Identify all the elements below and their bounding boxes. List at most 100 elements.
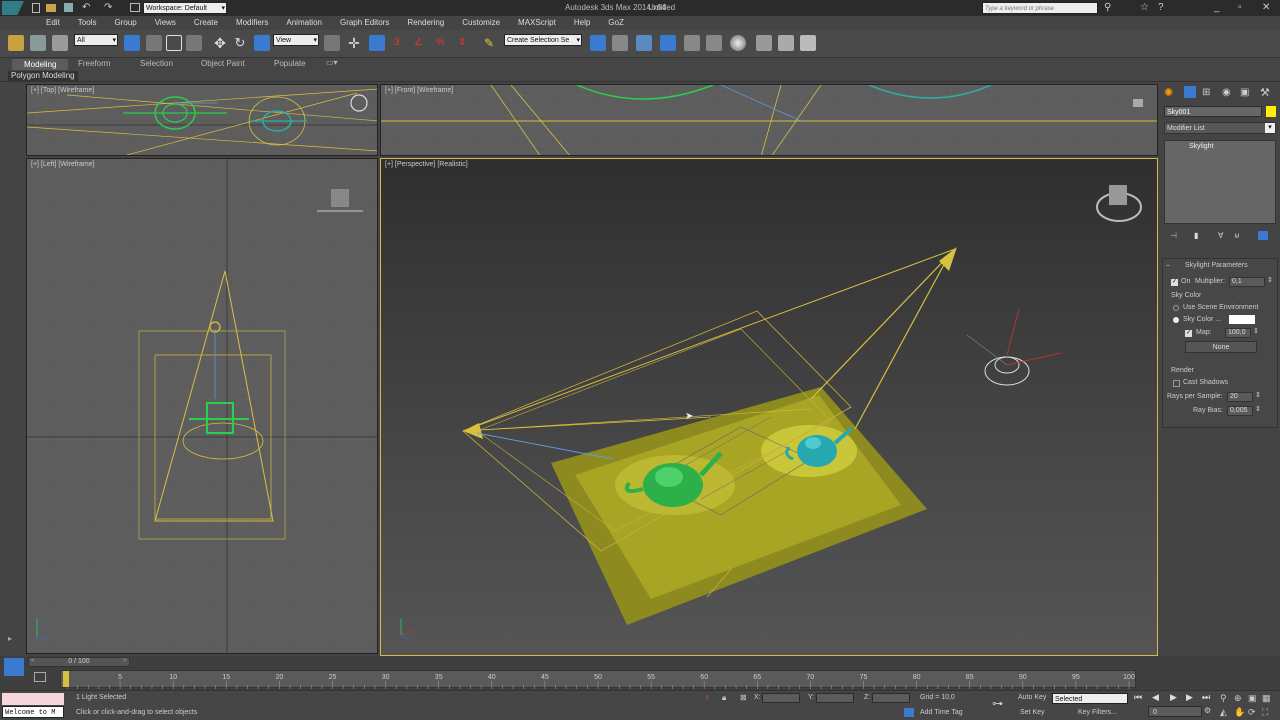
search-box[interactable]: Type a keyword or phrase	[982, 2, 1098, 14]
time-slider-prev-icon[interactable]: <	[31, 658, 35, 664]
sky-color-swatch[interactable]	[1229, 315, 1255, 324]
ribbon-tab-freeform[interactable]: Freeform	[78, 59, 110, 68]
pivot-center-icon[interactable]	[324, 35, 340, 51]
viewport-top-label[interactable]: [+] [Top] [Wireframe]	[31, 87, 94, 94]
rays-per-sample-spinner[interactable]: 20	[1227, 392, 1253, 402]
rotate-icon[interactable]: ↻	[232, 35, 248, 51]
project-folder-icon[interactable]	[130, 3, 140, 12]
menu-modifiers[interactable]: Modifiers	[227, 16, 277, 30]
make-unique-icon[interactable]: ∀	[1218, 231, 1223, 240]
motion-tab-icon[interactable]: ◉	[1222, 87, 1231, 98]
new-icon[interactable]	[32, 3, 40, 13]
pan-icon[interactable]: ✋	[1234, 707, 1245, 718]
ribbon-tab-populate[interactable]: Populate	[274, 59, 306, 68]
modifier-list-dropdown[interactable]: Modifier List ▾	[1164, 122, 1276, 134]
scale-icon[interactable]	[254, 35, 270, 51]
object-color-swatch[interactable]	[1266, 106, 1276, 117]
menu-create[interactable]: Create	[185, 16, 227, 30]
ribbon-options-icon[interactable]: ▭▾	[326, 58, 338, 67]
viewport-left-label[interactable]: [+] [Left] [Wireframe]	[31, 161, 95, 168]
time-slider-next-icon[interactable]: >	[123, 658, 127, 664]
use-scene-environment-radio[interactable]	[1173, 305, 1179, 311]
previous-frame-icon[interactable]: ◀	[1152, 692, 1159, 703]
viewport-perspective[interactable]: [+] [Perspective] [Realistic] ➤	[380, 158, 1158, 656]
rollout-title[interactable]: Skylight Parameters	[1185, 262, 1248, 269]
menu-help[interactable]: Help	[565, 16, 599, 30]
workspace-dropdown[interactable]: Workspace: Default	[143, 2, 227, 15]
mirror-icon[interactable]	[590, 35, 606, 51]
time-slider-thumb[interactable]	[63, 671, 69, 687]
layer-manager-icon[interactable]	[636, 35, 652, 51]
pin-stack-icon[interactable]: ⊣	[1170, 231, 1177, 240]
redo-icon[interactable]: ↷	[104, 2, 112, 13]
menu-maxscript[interactable]: MAXScript	[509, 16, 565, 30]
utilities-tab-icon[interactable]: ⚒	[1260, 86, 1270, 99]
star-icon[interactable]: ☆	[1140, 2, 1149, 13]
selection-filter-dropdown[interactable]: All	[74, 34, 118, 47]
curve-editor-icon[interactable]	[684, 35, 700, 51]
expand-arrow-icon[interactable]: ▸	[8, 634, 12, 643]
ray-bias-spinner[interactable]: 0,005	[1227, 406, 1253, 416]
menu-goz[interactable]: GoZ	[599, 16, 633, 30]
absolute-mode-icon[interactable]: ⊠	[740, 693, 747, 702]
app-logo-icon[interactable]	[2, 1, 24, 15]
material-editor-icon[interactable]	[730, 35, 746, 51]
sky-color-radio[interactable]	[1173, 317, 1179, 323]
ray-bias-spinner-arrows-icon[interactable]: ⇕	[1255, 405, 1261, 413]
render-production-icon[interactable]	[800, 35, 816, 51]
rays-spinner-arrows-icon[interactable]: ⇕	[1255, 391, 1261, 399]
go-to-end-icon[interactable]: ⏭	[1202, 692, 1210, 703]
cast-shadows-checkbox[interactable]	[1173, 380, 1180, 387]
add-time-tag[interactable]: Add Time Tag	[920, 709, 963, 716]
z-coordinate-field[interactable]	[872, 693, 910, 703]
timeline-ruler[interactable]: 0510152025303540455055606570758085909510…	[60, 670, 1136, 689]
selection-lock-icon[interactable]: 🔒︎	[722, 693, 726, 703]
help-icon[interactable]: ?	[1158, 2, 1164, 13]
polygon-modeling-panel[interactable]: Polygon Modeling	[8, 71, 78, 81]
keyboard-shortcut-icon[interactable]	[369, 35, 385, 51]
align-icon[interactable]	[612, 35, 628, 51]
create-tab-icon[interactable]: ✺	[1164, 86, 1173, 99]
ribbon-tab-selection[interactable]: Selection	[140, 59, 173, 68]
object-name-field[interactable]: Sky001	[1164, 106, 1262, 117]
viewport-layout-icon[interactable]	[4, 658, 24, 676]
map-spinner-arrows-icon[interactable]: ⇕	[1253, 327, 1259, 335]
modify-tab-icon[interactable]	[1184, 86, 1196, 98]
next-frame-icon[interactable]: ▶	[1186, 692, 1193, 703]
zoom-extents-all-icon[interactable]: ▦	[1262, 693, 1271, 704]
x-coordinate-field[interactable]	[762, 693, 800, 703]
save-icon[interactable]	[64, 3, 73, 12]
maxscript-listener-input[interactable]: Welcome to M	[2, 706, 64, 718]
multiplier-spinner-arrows-icon[interactable]: ⇕	[1267, 276, 1273, 284]
binoculars-icon[interactable]: ⚲	[1104, 2, 1111, 13]
ribbon-tab-object-paint[interactable]: Object Paint	[201, 59, 245, 68]
ribbon-tab-modeling[interactable]: Modeling	[12, 59, 69, 70]
select-manipulate-icon[interactable]: ✛	[346, 35, 362, 51]
menu-edit[interactable]: Edit	[37, 16, 69, 30]
schematic-view-icon[interactable]	[706, 35, 722, 51]
map-checkbox[interactable]: ✓	[1185, 330, 1192, 337]
undo-icon[interactable]: ↶	[82, 2, 90, 13]
map-button[interactable]: None	[1185, 341, 1257, 353]
edit-named-selection-icon[interactable]: ✎	[484, 35, 500, 51]
link-icon[interactable]	[8, 35, 24, 51]
remove-modifier-icon[interactable]: ⊌	[1234, 231, 1240, 240]
viewport-left[interactable]: [+] [Left] [Wireframe]	[26, 158, 378, 654]
percent-snap-icon[interactable]: %	[436, 35, 452, 51]
on-checkbox[interactable]: ✓	[1171, 279, 1178, 286]
close-icon[interactable]: ✕	[1262, 2, 1270, 13]
modifier-stack[interactable]: Skylight	[1164, 140, 1276, 224]
zoom-extents-icon[interactable]: ▣	[1248, 693, 1257, 704]
orbit-icon[interactable]: ⟳	[1248, 707, 1256, 718]
viewport-top[interactable]: [+] [Top] [Wireframe]	[26, 84, 378, 156]
menu-group[interactable]: Group	[105, 16, 145, 30]
isolate-selection-icon[interactable]: ♀	[704, 693, 710, 702]
reference-coordinate-dropdown[interactable]: View	[273, 34, 319, 47]
map-amount-spinner[interactable]: 100,0	[1225, 328, 1251, 338]
set-key-button[interactable]: Set Key	[1020, 709, 1045, 716]
key-mode-icon[interactable]: ⊶	[992, 697, 1003, 710]
viewport-front[interactable]: [+] [Front] [Wireframe]	[380, 84, 1158, 156]
viewport-perspective-label[interactable]: [+] [Perspective] [Realistic]	[385, 161, 468, 168]
open-icon[interactable]	[46, 4, 56, 12]
maxscript-listener[interactable]	[2, 693, 64, 705]
